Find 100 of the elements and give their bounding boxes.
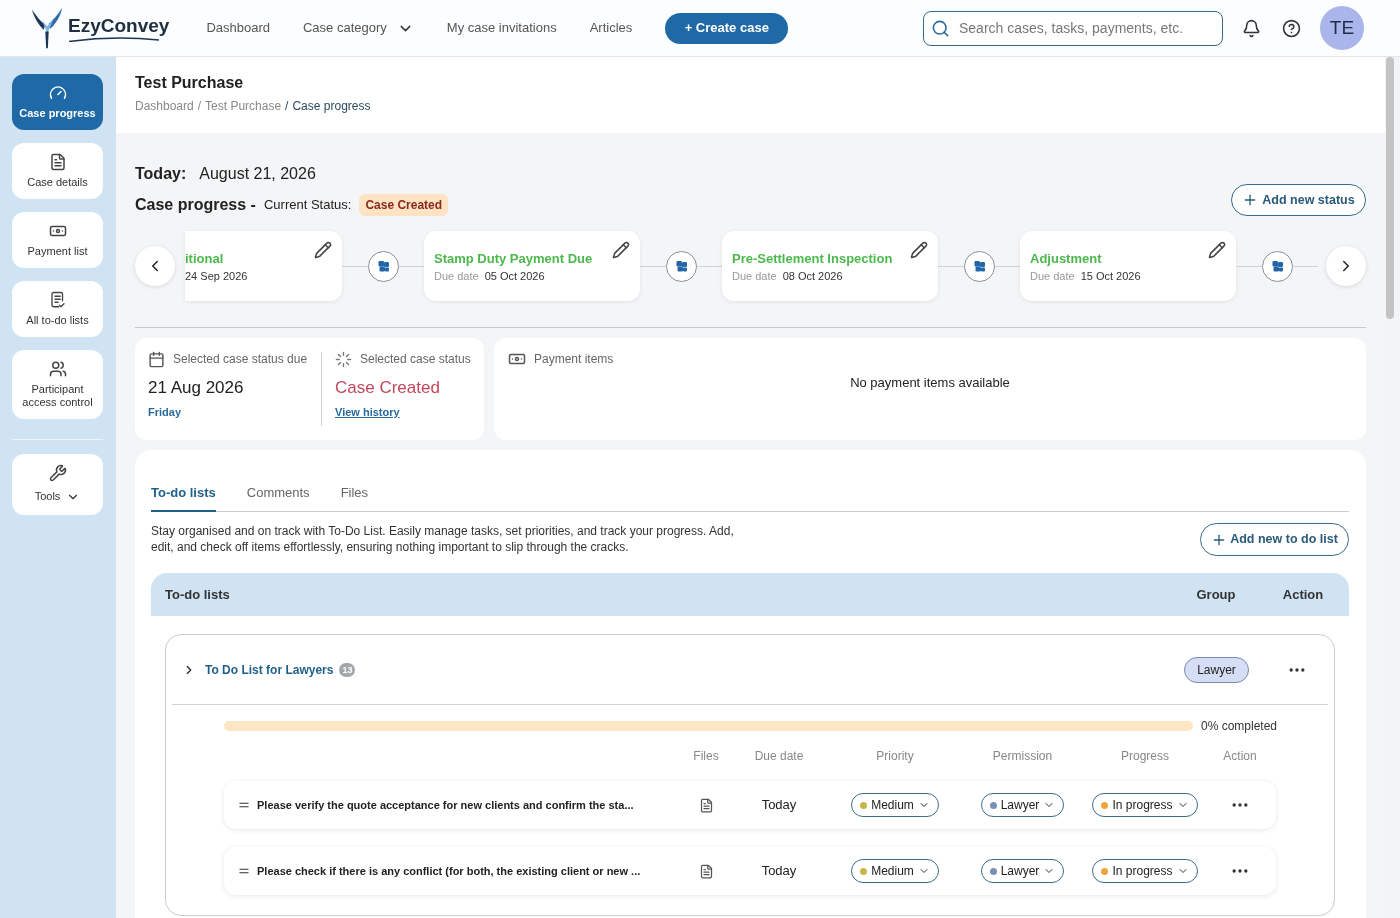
users-icon — [48, 360, 67, 378]
status-card[interactable]: Stamp Duty Payment Due Due date 05 Oct 2026 — [424, 231, 640, 301]
due-label: Selected case status due — [173, 351, 308, 368]
search-field[interactable]: Search cases, tasks, payments, etc. — [923, 10, 1223, 46]
due-date: Today — [761, 862, 797, 881]
bird-logo-icon — [30, 6, 64, 50]
breadcrumb-link[interactable]: Dashboard — [135, 98, 194, 114]
pencil-icon[interactable] — [314, 241, 332, 259]
tab[interactable]: To-do lists — [151, 475, 216, 512]
tools-button[interactable]: Tools — [12, 454, 103, 515]
section-title: Case progress - — [135, 195, 256, 215]
add-status-button[interactable]: Add new status — [1231, 184, 1366, 216]
breadcrumb-link[interactable]: Case progress — [292, 98, 371, 114]
task-title: Please check if there is any conflict (for both, the existing client or new ... — [257, 863, 641, 879]
due-date-label: Due date — [1030, 269, 1075, 283]
status-card[interactable]: Pre-Settlement Inspection Due date 08 Oct 2026 — [722, 231, 938, 301]
bell-icon[interactable] — [1242, 18, 1261, 38]
nav-link[interactable]: My case invitations — [446, 18, 557, 38]
nav-link[interactable]: Articles — [589, 18, 633, 38]
status-title: Pre-Settlement Inspection — [732, 251, 894, 267]
sidebar-item[interactable]: All to-do lists — [12, 281, 103, 337]
tools-label: Tools — [34, 489, 61, 505]
column-header: Priority — [875, 748, 915, 765]
column-header: Group — [1195, 585, 1237, 604]
search-icon — [931, 18, 950, 38]
group-tag: Lawyer — [1184, 656, 1249, 683]
weekday: Friday — [148, 405, 182, 419]
pencil-icon[interactable] — [910, 241, 928, 259]
view-history-link[interactable]: View history — [335, 405, 400, 419]
file-icon[interactable] — [698, 797, 714, 813]
gauge-icon — [48, 84, 67, 102]
due-date: 08 Oct 2026 — [782, 269, 843, 283]
wrench-icon — [48, 464, 67, 483]
due-date: 15 Oct 2026 — [1080, 269, 1141, 283]
task-row[interactable]: Please check if there is any conflict (for both, the existing client or new ... Today Medium Lawyer In progress — [224, 847, 1276, 895]
sidebar-item[interactable]: Case details — [12, 143, 103, 199]
column-header: Files — [692, 748, 720, 765]
today-label: Today: — [135, 164, 187, 184]
pencil-icon[interactable] — [1208, 241, 1226, 259]
due-date-label: Due date — [434, 269, 479, 283]
create-case-button[interactable]: + Create case — [665, 12, 789, 44]
nav-dropdown[interactable]: Case category — [303, 18, 414, 38]
status-card[interactable]: itional 24 Sep 2026 — [185, 231, 342, 301]
add-todo-list-button[interactable]: Add new to do list — [1200, 523, 1349, 556]
status-badge: Case Created — [359, 194, 449, 216]
calendar-icon — [148, 350, 165, 368]
selected-due-date: 21 Aug 2026 — [148, 377, 245, 399]
document-icon — [48, 153, 67, 171]
column-header: Action — [1281, 585, 1325, 604]
breadcrumb-separator: / — [285, 98, 289, 114]
task-row[interactable]: Please verify the quote acceptance for new clients and confirm the sta... Today Medium Lawyer In progress — [224, 781, 1276, 829]
document-check-icon — [48, 291, 67, 309]
count-badge: 13 — [339, 662, 356, 677]
status-card[interactable]: Adjustment Due date 15 Oct 2026 — [1020, 231, 1236, 301]
today-date: August 21, 2026 — [199, 164, 316, 184]
cubes-icon — [665, 250, 697, 282]
breadcrumb-link[interactable]: Test Purchase — [205, 98, 282, 114]
column-header: Permission — [991, 748, 1054, 765]
help-icon[interactable] — [1282, 18, 1301, 38]
file-icon[interactable] — [698, 863, 714, 879]
loader-icon — [335, 350, 352, 368]
tab[interactable]: Comments — [246, 475, 310, 512]
logo-swoosh-icon — [68, 36, 160, 42]
logo-text: EzyConvey — [68, 14, 170, 37]
breadcrumb-separator: / — [197, 98, 202, 114]
payment-items-label: Payment items — [534, 351, 614, 368]
column-header: Progress — [1120, 748, 1170, 765]
permission-dropdown[interactable]: Lawyer — [980, 793, 1065, 817]
status-label: Selected case status — [360, 351, 471, 368]
selected-status: Case Created — [335, 377, 441, 399]
progress-label: 0% completed — [1201, 718, 1276, 735]
cubes-icon — [963, 250, 995, 282]
avatar[interactable]: TE — [1320, 6, 1364, 50]
due-date: 05 Oct 2026 — [484, 269, 545, 283]
sidebar-item[interactable]: Participant access control — [12, 350, 103, 419]
nav-link[interactable]: Dashboard — [206, 18, 270, 38]
page-title: Test Purchase — [135, 73, 245, 93]
tab[interactable]: Files — [340, 475, 369, 512]
sidebar-item[interactable]: Case progress — [12, 74, 103, 130]
priority-dropdown[interactable]: Medium — [851, 859, 939, 883]
progress-dropdown[interactable]: In progress — [1092, 859, 1198, 883]
sidebar-item[interactable]: Payment list — [12, 212, 103, 268]
permission-dropdown[interactable]: Lawyer — [980, 859, 1065, 883]
empty-message: No payment items available — [850, 374, 1010, 392]
todo-list-name: To Do List for Lawyers — [205, 661, 334, 679]
description: Stay organised and on track with To-Do List. Easily manage tasks, set priorities, and track your progress. Add, edit, and check off items effortlessly, ensuring nothing important to slip through the cracks. — [151, 523, 735, 555]
priority-dropdown[interactable]: Medium — [851, 793, 939, 817]
column-header: Action — [1222, 748, 1258, 765]
pencil-icon[interactable] — [612, 241, 630, 259]
status-title: Stamp Duty Payment Due — [434, 251, 594, 267]
scrollbar-thumb[interactable] — [1386, 57, 1394, 319]
column-header: Due date — [753, 748, 805, 765]
progress-dropdown[interactable]: In progress — [1092, 793, 1198, 817]
cubes-icon — [1261, 250, 1293, 282]
column-header: To-do lists — [165, 585, 231, 604]
current-status-label: Current Status: — [263, 196, 352, 215]
due-date: 24 Sep 2026 — [185, 269, 248, 283]
status-title: itional — [185, 251, 225, 267]
due-date-label: Due date — [732, 269, 777, 283]
cubes-icon — [367, 250, 399, 282]
